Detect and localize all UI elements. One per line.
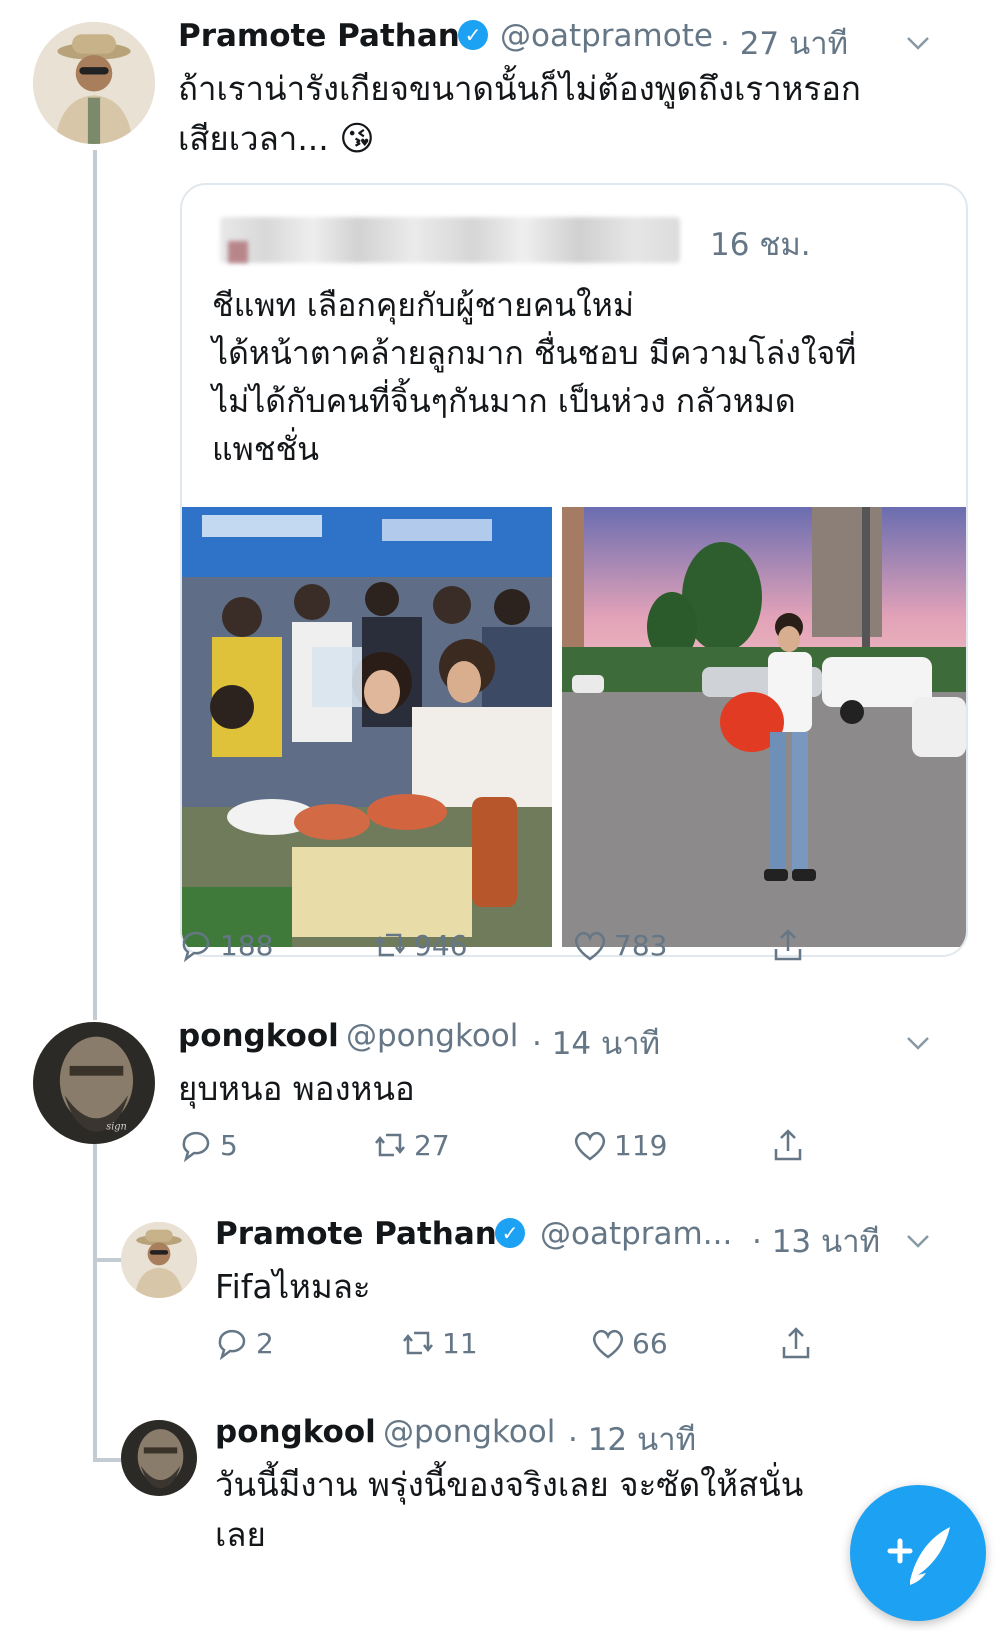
heart-icon [574, 931, 606, 961]
share-icon [782, 1327, 810, 1359]
retweet-icon [375, 1133, 405, 1157]
reply-button[interactable]: 2 [212, 1323, 274, 1363]
tweet1-text-line2-text: เสียเวลา... [178, 119, 329, 158]
thread-connector-1 [93, 1258, 121, 1262]
reply-count: 2 [256, 1326, 274, 1360]
chevron-down-icon[interactable] [905, 1030, 931, 1056]
reply-count: 188 [220, 928, 274, 962]
verified-badge-icon: ✓ [487, 1218, 531, 1252]
tweet4-handle[interactable]: @pongkool [383, 1414, 555, 1450]
avatar-pongkool-small[interactable] [121, 1420, 197, 1496]
heart-icon [574, 1131, 606, 1161]
quoted-text-line1: ชีแพท เลือกคุยกับผู้ชายคนใหม่ [212, 286, 634, 324]
like-button[interactable]: 783 [570, 925, 667, 965]
tweet2-text: ยุบหนอ พองหนอ [178, 1069, 415, 1108]
share-icon [774, 1129, 802, 1161]
tweet4-time[interactable]: · 12 นาที [568, 1414, 696, 1464]
like-count: 783 [614, 928, 668, 962]
quoted-tweet-time[interactable]: 16 ชม. [710, 219, 811, 269]
blurred-author [220, 217, 680, 263]
retweet-icon [403, 1331, 433, 1355]
tweet2-handle[interactable]: @pongkool [346, 1018, 518, 1054]
tweet4-text-line2: เลย [215, 1515, 266, 1554]
tweet4-author-name[interactable]: pongkool [215, 1414, 376, 1450]
tweet2-author-name[interactable]: pongkool [178, 1018, 339, 1054]
svg-text:sign: sign [106, 1121, 127, 1132]
verified-badge-icon: ✓ [450, 20, 494, 54]
retweet-button[interactable]: 946 [370, 925, 467, 965]
like-button[interactable]: 119 [570, 1125, 667, 1165]
share-icon [774, 929, 802, 961]
tweet1-text-line2: เสียเวลา... 😘 [178, 114, 375, 164]
reply-icon [182, 931, 210, 963]
share-button[interactable] [776, 1323, 820, 1363]
reply-icon [218, 1329, 246, 1361]
quoted-tweet-text: ชีแพท เลือกคุยกับผู้ชายคนใหม่ ได้หน้าตาค… [212, 281, 942, 473]
quoted-text-line2: ได้หน้าตาคล้ายลูกมาก ชื่นชอบ มีความโล่งใ… [212, 334, 857, 372]
tweet1-text-line1: ถ้าเราน่ารังเกียจขนาดนั้นก็ไม่ต้องพูดถึง… [178, 69, 861, 108]
reply-button[interactable]: 5 [176, 1125, 238, 1165]
tweet3-handle[interactable]: @oatpram... [540, 1216, 732, 1252]
retweet-button[interactable]: 27 [370, 1125, 450, 1165]
quoted-text-line4: แพชชั่น [212, 430, 320, 468]
avatar-pramote-small[interactable] [121, 1222, 197, 1298]
quoted-tweet-card[interactable]: 16 ชม. ชีแพท เลือกคุยกับผู้ชายคนใหม่ ได้… [180, 183, 968, 957]
retweet-button[interactable]: 11 [398, 1323, 478, 1363]
tweet1-author-name[interactable]: Pramote Pathan [178, 18, 460, 54]
compose-tweet-button[interactable] [850, 1485, 986, 1621]
reply-button[interactable]: 188 [176, 925, 273, 965]
thread-line-reply [93, 1120, 97, 1460]
avatar-pongkool[interactable]: sign [33, 1022, 155, 1144]
retweet-count: 27 [414, 1128, 450, 1162]
quoted-text-line3: ไม่ได้กับคนที่จิ้นๆกันมาก เป็นห่วง กลัวห… [212, 382, 796, 420]
tweet2-time[interactable]: · 14 นาที [532, 1018, 660, 1068]
tweet1-handle[interactable]: @oatpramote [500, 18, 713, 54]
retweet-count: 946 [414, 928, 468, 962]
retweet-icon [375, 933, 405, 957]
blurred-avatar [228, 241, 248, 263]
tweet3-time[interactable]: · 13 นาที [752, 1216, 880, 1266]
avatar-pramote[interactable] [33, 22, 155, 144]
retweet-count: 11 [442, 1326, 478, 1360]
like-count: 66 [632, 1326, 668, 1360]
tweet3-text: Fifaไหมละ [215, 1267, 371, 1306]
heart-icon [592, 1329, 624, 1359]
tweet4-text-line1: วันนี้มีงาน พรุ่งนี้ของจริงเลย จะซัดให้ส… [215, 1465, 804, 1504]
chevron-down-icon[interactable] [905, 30, 931, 56]
share-button[interactable] [768, 925, 812, 965]
compose-tweet-icon [887, 1527, 950, 1585]
reply-count: 5 [220, 1128, 238, 1162]
share-button[interactable] [768, 1125, 812, 1165]
like-button[interactable]: 66 [588, 1323, 668, 1363]
like-count: 119 [614, 1128, 668, 1162]
thread-connector-2 [93, 1458, 121, 1462]
kiss-emoji-icon: 😘 [339, 119, 375, 159]
thread-line-main [93, 150, 97, 1020]
quoted-photo-1[interactable] [182, 507, 552, 947]
reply-icon [182, 1131, 210, 1163]
quoted-photo-2[interactable] [562, 507, 966, 947]
tweet1-time[interactable]: · 27 นาที [720, 18, 848, 68]
chevron-down-icon[interactable] [905, 1228, 931, 1254]
tweet3-author-name[interactable]: Pramote Pathan [215, 1216, 497, 1252]
